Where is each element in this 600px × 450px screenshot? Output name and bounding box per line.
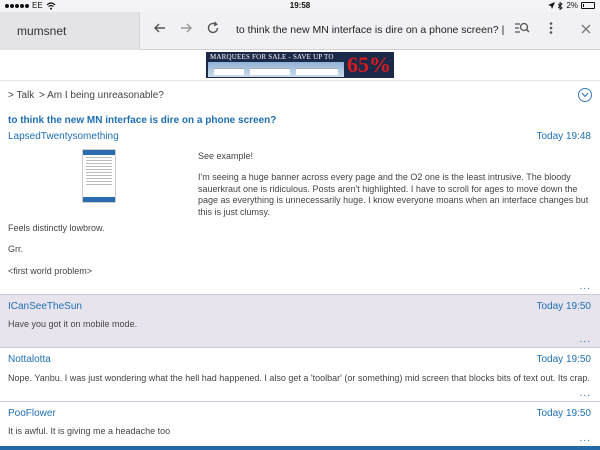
post-author[interactable]: Nottalotta xyxy=(8,354,51,365)
post-item: Nottalotta Today 19:50 Nope. Yanbu. I wa… xyxy=(0,348,600,402)
more-options-icon[interactable] xyxy=(541,21,561,41)
status-right: 2% xyxy=(548,1,595,10)
chevron-down-icon[interactable] xyxy=(578,88,592,102)
ad-text: MARQUEES FOR SALE - SAVE UP TO xyxy=(210,53,334,61)
post-author[interactable]: ICanSeeTheSun xyxy=(8,301,82,312)
status-bar: EE 19:58 2% xyxy=(0,0,600,12)
breadcrumb-aibu[interactable]: > Am I being unreasonable? xyxy=(39,90,164,101)
post-text: It is awful. It is giving me a headache … xyxy=(8,426,171,436)
post-more-button[interactable]: ... xyxy=(580,388,591,399)
post-text: See example! xyxy=(198,151,254,161)
search-icon[interactable] xyxy=(512,21,532,41)
post-text: <first world problem> xyxy=(8,266,93,276)
post-image-thumbnail[interactable] xyxy=(82,149,116,203)
ad-banner[interactable]: MARQUEES FOR SALE - SAVE UP TO 65% xyxy=(206,52,394,78)
post-item: PooFlower Today 19:50 It is awful. It is… xyxy=(0,402,600,446)
divider xyxy=(0,80,600,81)
battery-percent: 2% xyxy=(566,1,578,10)
post-time: Today 19:50 xyxy=(536,301,592,312)
reload-icon[interactable] xyxy=(203,21,223,41)
post-time: Today 19:50 xyxy=(536,408,592,419)
battery-icon xyxy=(581,2,595,9)
post-more-button[interactable]: ... xyxy=(580,433,591,444)
bottom-bar xyxy=(0,446,600,450)
back-arrow-icon[interactable] xyxy=(150,21,170,41)
close-icon[interactable] xyxy=(576,21,596,41)
browser-toolbar: mumsnet to think the new MN interface is… xyxy=(0,12,600,50)
ad-percent: 65% xyxy=(347,52,391,77)
post-text: Nope. Yanbu. I was just wondering what t… xyxy=(8,373,590,383)
post-text: Grr. xyxy=(8,244,23,254)
status-time: 19:58 xyxy=(289,1,311,10)
post-author[interactable]: LapsedTwentysomething xyxy=(8,131,119,142)
post-more-button[interactable]: ... xyxy=(580,281,591,292)
url-bar[interactable]: to think the new MN interface is dire on… xyxy=(236,24,506,36)
forward-arrow-icon[interactable] xyxy=(176,21,196,41)
ad-image xyxy=(208,62,344,77)
post-author[interactable]: PooFlower xyxy=(8,408,56,419)
bluetooth-icon xyxy=(558,1,564,10)
post-time: Today 19:50 xyxy=(536,354,592,365)
post-text: I'm seeing a huge banner across every pa… xyxy=(198,172,589,217)
breadcrumb: > Talk > Am I being unreasonable? xyxy=(8,90,166,101)
post-more-button[interactable]: ... xyxy=(580,334,591,345)
tab-title: mumsnet xyxy=(17,24,67,38)
post-text: Have you got it on mobile mode. xyxy=(8,319,138,329)
post-time: Today 19:48 xyxy=(536,131,592,142)
post-item: ICanSeeTheSun Today 19:50 Have you got i… xyxy=(0,295,600,348)
browser-tab[interactable]: mumsnet xyxy=(0,12,140,50)
location-icon xyxy=(548,2,556,9)
post-text: Feels distinctly lowbrow. xyxy=(8,223,105,233)
breadcrumb-talk[interactable]: > Talk xyxy=(8,90,34,101)
